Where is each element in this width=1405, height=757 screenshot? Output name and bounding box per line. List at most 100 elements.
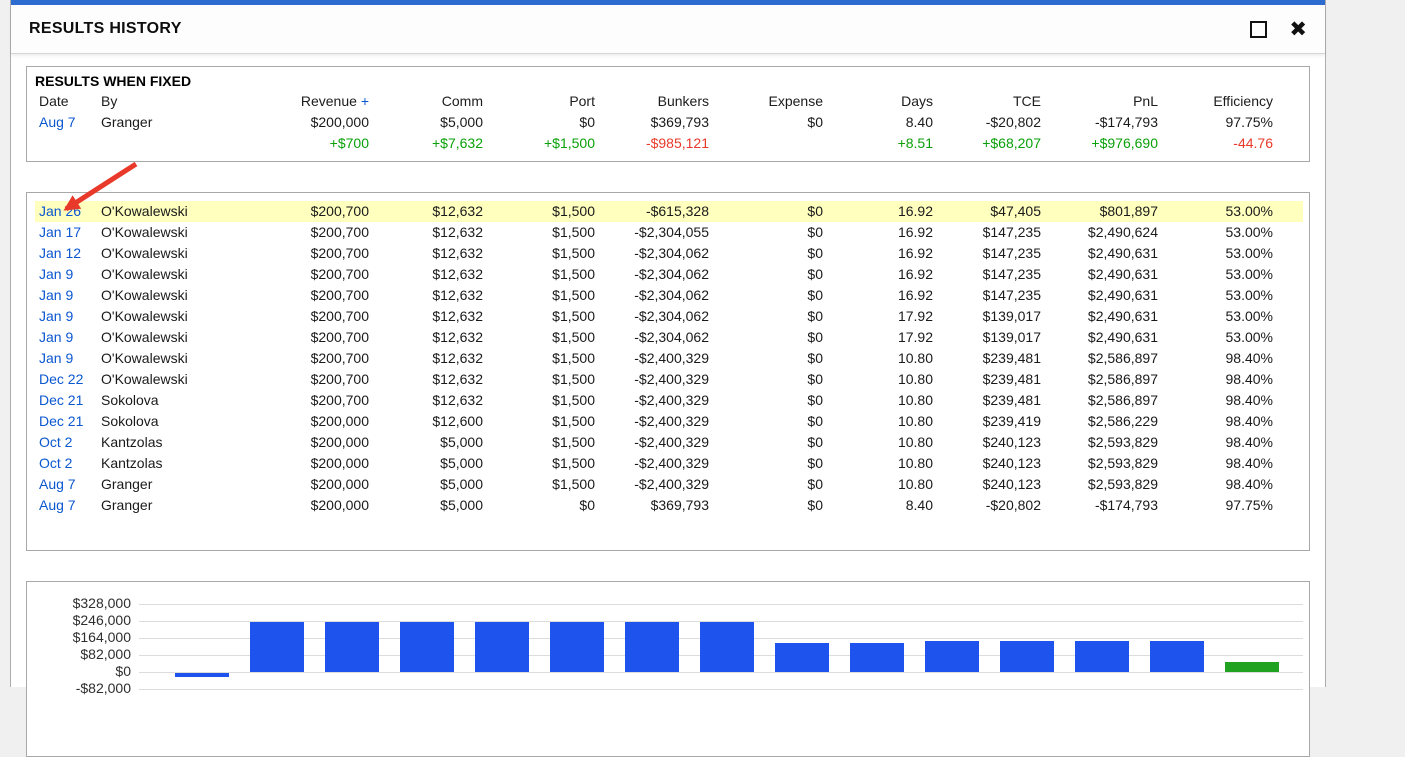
history-row-date[interactable]: Jan 9 <box>35 348 97 369</box>
chart-bar[interactable] <box>1000 641 1054 672</box>
history-row-revenue: $200,000 <box>249 432 373 453</box>
history-row-port: $1,500 <box>487 306 599 327</box>
history-row-date[interactable]: Dec 21 <box>35 411 97 432</box>
column-header-port[interactable]: Port <box>487 91 599 112</box>
history-row[interactable]: Oct 2Kantzolas$200,000$5,000$1,500-$2,40… <box>35 453 1303 474</box>
history-row-date[interactable]: Jan 12 <box>35 243 97 264</box>
date-link[interactable]: Jan 9 <box>39 287 73 303</box>
chart-bar[interactable] <box>1075 641 1129 672</box>
history-row-date[interactable]: Dec 22 <box>35 369 97 390</box>
column-header-pnl[interactable]: PnL <box>1045 91 1162 112</box>
column-header-efficiency[interactable]: Efficiency <box>1162 91 1303 112</box>
history-row[interactable]: Jan 9O'Kowalewski$200,700$12,632$1,500-$… <box>35 306 1303 327</box>
history-row[interactable]: Dec 21Sokolova$200,000$12,600$1,500-$2,4… <box>35 411 1303 432</box>
chart-bar[interactable] <box>175 673 229 677</box>
history-row-date[interactable]: Jan 9 <box>35 285 97 306</box>
history-row-efficiency: 97.75% <box>1162 495 1303 516</box>
column-label: PnL <box>1133 93 1158 109</box>
history-row-pnl: $2,490,624 <box>1045 222 1162 243</box>
date-link[interactable]: Aug 7 <box>39 476 76 492</box>
column-header-date[interactable]: Date <box>35 91 97 112</box>
date-link[interactable]: Dec 21 <box>39 392 83 408</box>
column-header-revenue[interactable]: Revenue + <box>249 91 373 112</box>
history-row-pnl: $801,897 <box>1045 201 1162 222</box>
history-row-pnl: $2,586,897 <box>1045 369 1162 390</box>
history-row-date[interactable]: Aug 7 <box>35 474 97 495</box>
fixed-result-row-efficiency: 97.75% <box>1162 112 1303 133</box>
chart-bar[interactable] <box>775 643 829 672</box>
history-row[interactable]: Jan 9O'Kowalewski$200,700$12,632$1,500-$… <box>35 264 1303 285</box>
history-row[interactable]: Dec 22O'Kowalewski$200,700$12,632$1,500-… <box>35 369 1303 390</box>
date-link[interactable]: Aug 7 <box>39 497 76 513</box>
chart-bar[interactable] <box>925 641 979 672</box>
date-link[interactable]: Oct 2 <box>39 455 72 471</box>
fixed-result-row-date[interactable]: Aug 7 <box>35 112 97 133</box>
date-link[interactable]: Dec 22 <box>39 371 83 387</box>
history-row-bunkers: -$2,304,062 <box>599 264 713 285</box>
chart-bar[interactable] <box>250 622 304 672</box>
history-row-comm: $12,632 <box>373 348 487 369</box>
date-link[interactable]: Dec 21 <box>39 413 83 429</box>
fixed-result-row-days: 8.40 <box>827 112 937 133</box>
chart-bar-highlighted[interactable] <box>1225 662 1279 672</box>
history-row[interactable]: Aug 7Granger$200,000$5,000$0$369,793$08.… <box>35 495 1303 516</box>
column-header-expense[interactable]: Expense <box>713 91 827 112</box>
history-row[interactable]: Jan 9O'Kowalewski$200,700$12,632$1,500-$… <box>35 285 1303 306</box>
chart-bar[interactable] <box>700 622 754 672</box>
history-row-expense: $0 <box>713 327 827 348</box>
history-row-date[interactable]: Jan 17 <box>35 222 97 243</box>
date-link[interactable]: Jan 9 <box>39 350 73 366</box>
history-row-date[interactable]: Jan 9 <box>35 306 97 327</box>
history-row-expense: $0 <box>713 285 827 306</box>
history-row[interactable]: Jan 12O'Kowalewski$200,700$12,632$1,500-… <box>35 243 1303 264</box>
history-row-date[interactable]: Dec 21 <box>35 390 97 411</box>
column-header-by[interactable]: By <box>97 91 249 112</box>
history-row-pnl: $2,490,631 <box>1045 327 1162 348</box>
column-header-days[interactable]: Days <box>827 91 937 112</box>
column-header-comm[interactable]: Comm <box>373 91 487 112</box>
chart-bar[interactable] <box>1150 641 1204 672</box>
history-row-date[interactable]: Jan 9 <box>35 327 97 348</box>
history-row-date[interactable]: Jan 9 <box>35 264 97 285</box>
history-row-tce: $139,017 <box>937 306 1045 327</box>
date-link[interactable]: Jan 9 <box>39 329 73 345</box>
history-row-date[interactable]: Oct 2 <box>35 453 97 474</box>
history-row[interactable]: Jan 17O'Kowalewski$200,700$12,632$1,500-… <box>35 222 1303 243</box>
history-row-revenue: $200,700 <box>249 264 373 285</box>
history-row-revenue: $200,700 <box>249 327 373 348</box>
history-row-port: $1,500 <box>487 453 599 474</box>
history-row-expense: $0 <box>713 243 827 264</box>
chart-bar[interactable] <box>400 622 454 672</box>
chart-bar[interactable] <box>625 622 679 672</box>
chart-bar[interactable] <box>475 622 529 672</box>
date-link[interactable]: Jan 17 <box>39 224 81 240</box>
history-row-comm: $12,632 <box>373 306 487 327</box>
chart-bar[interactable] <box>850 643 904 672</box>
history-row[interactable]: Dec 21Sokolova$200,700$12,632$1,500-$2,4… <box>35 390 1303 411</box>
history-row[interactable]: Jan 9O'Kowalewski$200,700$12,632$1,500-$… <box>35 327 1303 348</box>
chart-bar[interactable] <box>325 622 379 672</box>
close-button[interactable]: ✖ <box>1289 19 1307 40</box>
history-row[interactable]: Oct 2Kantzolas$200,000$5,000$1,500-$2,40… <box>35 432 1303 453</box>
history-row-date[interactable]: Aug 7 <box>35 495 97 516</box>
date-link[interactable]: Jan 9 <box>39 308 73 324</box>
date-link[interactable]: Aug 7 <box>39 114 76 130</box>
fixed-delta-row-revenue: +$700 <box>249 133 373 154</box>
history-row[interactable]: Jan 26O'Kowalewski$200,700$12,632$1,500-… <box>35 201 1303 222</box>
column-header-bunkers[interactable]: Bunkers <box>599 91 713 112</box>
history-row[interactable]: Aug 7Granger$200,000$5,000$1,500-$2,400,… <box>35 474 1303 495</box>
date-link[interactable]: Jan 9 <box>39 266 73 282</box>
sort-indicator: + <box>361 93 369 109</box>
history-row-days: 16.92 <box>827 222 937 243</box>
date-link[interactable]: Oct 2 <box>39 434 72 450</box>
maximize-button[interactable] <box>1247 18 1269 40</box>
history-row-revenue: $200,000 <box>249 411 373 432</box>
history-row-date[interactable]: Oct 2 <box>35 432 97 453</box>
history-row-by: Granger <box>97 495 249 516</box>
tce-bar-chart: $328,000$246,000$164,000$82,000$0-$82,00… <box>27 582 1309 756</box>
chart-bar[interactable] <box>550 622 604 672</box>
date-link[interactable]: Jan 12 <box>39 245 81 261</box>
history-row-bunkers: -$2,304,062 <box>599 243 713 264</box>
column-header-tce[interactable]: TCE <box>937 91 1045 112</box>
history-row[interactable]: Jan 9O'Kowalewski$200,700$12,632$1,500-$… <box>35 348 1303 369</box>
